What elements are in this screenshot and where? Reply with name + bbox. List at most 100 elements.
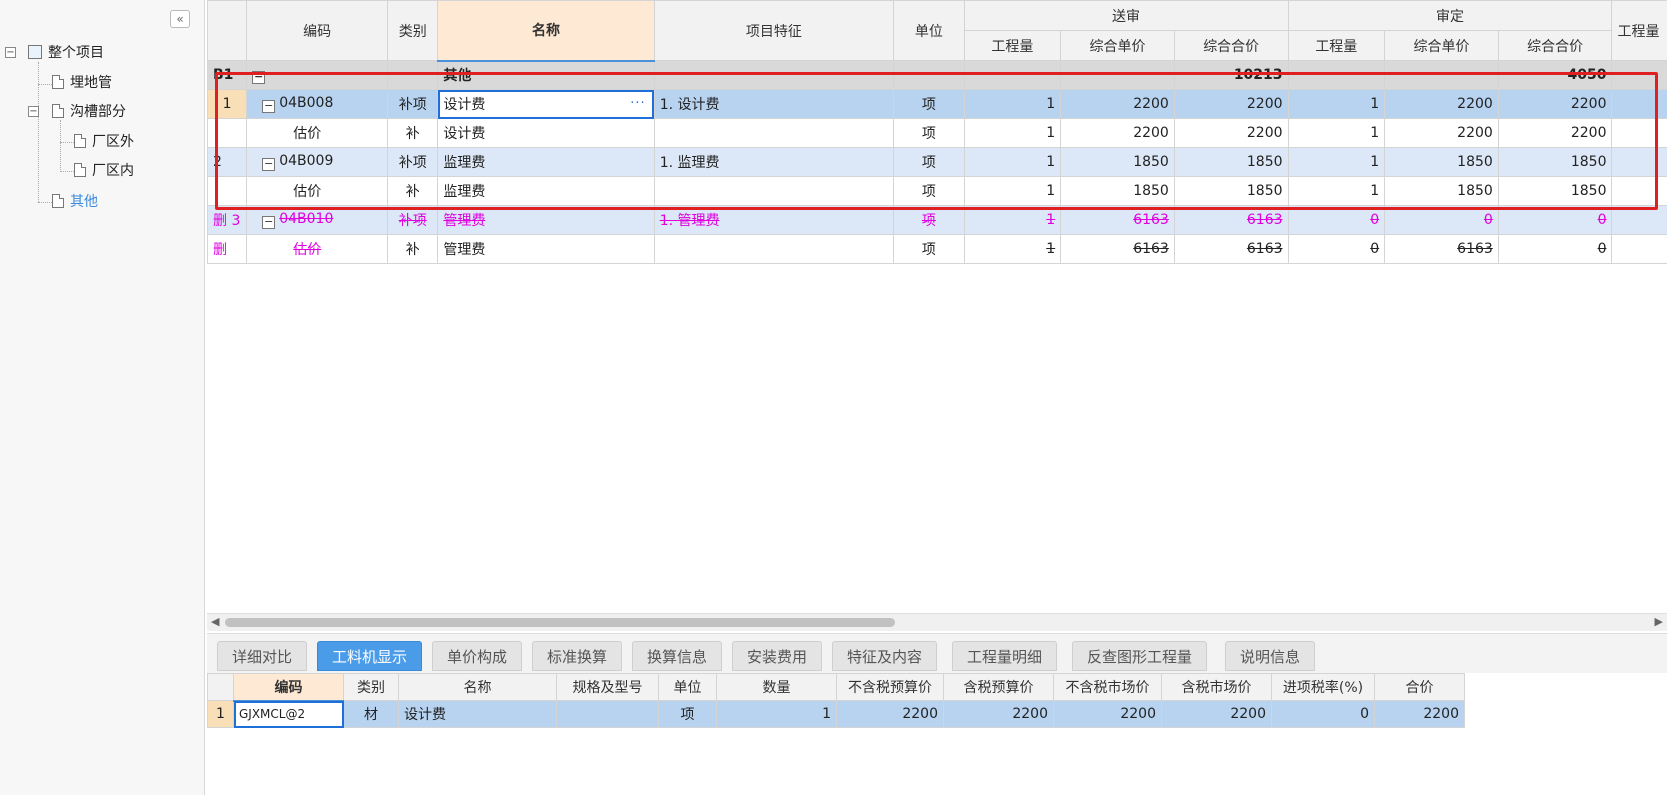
col-header-code[interactable]: 编码	[246, 0, 389, 61]
cell-code-editing[interactable]: GJXMCL@2	[233, 700, 344, 728]
col-header-unit[interactable]: 单位	[893, 0, 965, 61]
cell-unit-price[interactable]: 1850	[1060, 176, 1175, 206]
cell-name[interactable]: 其他	[437, 60, 655, 90]
col-header-name[interactable]: 名称	[398, 673, 557, 701]
cell-qty2[interactable]: 1	[1287, 89, 1386, 119]
col-header-qty2[interactable]: 工程量	[1287, 30, 1386, 61]
table-row[interactable]: 1 −04B008 补项 设计费 ··· 1. 设计费 项 1 2200 2200…	[206, 89, 1667, 119]
table-row[interactable]: B1 − 其他 10213 4050	[206, 60, 1667, 90]
col-header-total[interactable]: 综合合价	[1173, 30, 1289, 61]
cell-qty[interactable]: 1	[963, 118, 1062, 148]
cell-qty[interactable]: 1	[963, 176, 1062, 206]
tab-quantity-detail[interactable]: 工程量明细	[952, 641, 1058, 671]
cell-feature[interactable]: 1. 监理费	[653, 147, 895, 177]
cell-qty2[interactable]: 0	[1287, 205, 1386, 235]
col-header-tax-rate[interactable]: 进项税率(%)	[1271, 673, 1375, 701]
cell-name[interactable]: 设计费	[437, 118, 655, 148]
collapse-row-icon[interactable]: −	[252, 71, 266, 84]
tab-unit-price[interactable]: 单价构成	[432, 641, 523, 671]
col-header-budget-price-incl-tax[interactable]: 含税预算价	[943, 673, 1054, 701]
scroll-right-icon[interactable]: ▶	[1655, 615, 1663, 628]
cell-unit-price2[interactable]: 1850	[1384, 147, 1499, 177]
cell-unit-price[interactable]: 2200	[1060, 118, 1175, 148]
col-header-market-price-excl-tax[interactable]: 不含税市场价	[1053, 673, 1162, 701]
col-header-qty[interactable]: 工程量	[963, 30, 1062, 61]
table-row[interactable]: 1 GJXMCL@2 材 设计费 项 1 2200 2200 2200 2200…	[207, 700, 1465, 728]
horizontal-scrollbar[interactable]: ◀ ▶	[207, 613, 1667, 631]
cell-quantity[interactable]: 1	[716, 700, 837, 728]
tab-standard-conversion[interactable]: 标准换算	[532, 641, 623, 671]
col-header-code[interactable]: 编码	[233, 673, 344, 702]
cell-name[interactable]: 管理费	[437, 234, 655, 264]
cell-tax-rate[interactable]: 0	[1271, 700, 1375, 728]
cell-unit-price[interactable]: 2200	[1060, 89, 1175, 119]
col-header-market-price-incl-tax[interactable]: 含税市场价	[1161, 673, 1272, 701]
cell-category[interactable]: 补项	[387, 89, 439, 119]
cell-category[interactable]: 补项	[387, 205, 439, 235]
tab-material-display[interactable]: 工料机显示	[317, 641, 423, 671]
tab-detail-compare[interactable]: 详细对比	[217, 641, 308, 671]
tree-collapse-toggle[interactable]: −	[5, 47, 16, 58]
tree-item-whole-project[interactable]: 整个项目	[28, 42, 104, 64]
col-header-feature[interactable]: 项目特征	[653, 0, 895, 61]
col-header-quantity[interactable]: 数量	[716, 673, 837, 701]
col-header-total2[interactable]: 综合合价	[1497, 30, 1613, 61]
cell-code[interactable]: 估价	[246, 118, 389, 148]
cell-name[interactable]: 监理费	[437, 147, 655, 177]
table-row[interactable]: 估价 补 监理费 项 1 1850 1850 1 1850 1850	[206, 176, 1667, 206]
cell-market-price-excl-tax[interactable]: 2200	[1053, 700, 1162, 728]
cell-unit-price[interactable]: 6163	[1060, 205, 1175, 235]
cell-unit-price2[interactable]: 1850	[1384, 176, 1499, 206]
tab-features-content[interactable]: 特征及内容	[832, 641, 938, 671]
collapse-row-icon[interactable]: −	[262, 100, 276, 113]
table-row-deleted[interactable]: 删 估价 补 管理费 项 1 6163 6163 0 6163 0	[206, 234, 1667, 264]
cell-unit[interactable]: 项	[893, 147, 965, 177]
col-header-total[interactable]: 合价	[1374, 673, 1465, 701]
tab-conversion-info[interactable]: 换算信息	[632, 641, 723, 671]
col-header-name[interactable]: 名称	[437, 0, 655, 62]
col-header-category[interactable]: 类别	[343, 673, 399, 701]
tree-item-buried-pipe[interactable]: 埋地管	[52, 72, 112, 94]
col-header-extra-qty[interactable]: 工程量	[1611, 0, 1667, 61]
cell-name[interactable]: 设计费	[398, 700, 557, 728]
cell-name-editing[interactable]: 设计费 ···	[437, 89, 655, 119]
cell-category[interactable]: 补	[387, 118, 439, 148]
cell-category[interactable]: 补	[387, 176, 439, 206]
cell-budget-price-excl-tax[interactable]: 2200	[836, 700, 944, 728]
tree-item-trench[interactable]: 沟槽部分	[52, 101, 126, 123]
cell-spec[interactable]	[556, 700, 659, 728]
tree-item-inside-plant[interactable]: 厂区内	[74, 160, 134, 182]
cell-qty2[interactable]: 1	[1287, 147, 1386, 177]
collapse-panel-button[interactable]: «	[170, 10, 190, 28]
cell-name[interactable]: 管理费	[437, 205, 655, 235]
cell-unit-price[interactable]: 6163	[1060, 234, 1175, 264]
cell-unit-price2[interactable]: 0	[1384, 205, 1499, 235]
cell-category[interactable]: 材	[343, 700, 399, 728]
cell-category[interactable]: 补项	[387, 147, 439, 177]
cell-unit-price2[interactable]: 6163	[1384, 234, 1499, 264]
cell-unit[interactable]: 项	[893, 205, 965, 235]
col-header-category[interactable]: 类别	[387, 0, 439, 61]
col-header-unit-price2[interactable]: 综合单价	[1384, 30, 1499, 61]
tree-item-outside-plant[interactable]: 厂区外	[74, 131, 134, 153]
cell-category[interactable]: 补	[387, 234, 439, 264]
col-header-spec[interactable]: 规格及型号	[556, 673, 659, 701]
cell-qty2[interactable]: 0	[1287, 234, 1386, 264]
cell-unit[interactable]: 项	[893, 118, 965, 148]
cell-unit[interactable]: 项	[658, 700, 717, 728]
collapse-row-icon[interactable]: −	[262, 216, 276, 229]
table-row-deleted[interactable]: 删 3 −04B010 补项 管理费 1. 管理费 项 1 6163 6163 …	[206, 205, 1667, 235]
cell-unit[interactable]: 项	[893, 234, 965, 264]
cell-unit[interactable]: 项	[893, 176, 965, 206]
cell-unit-price2[interactable]: 2200	[1384, 118, 1499, 148]
tab-install-cost[interactable]: 安装费用	[732, 641, 823, 671]
table-row[interactable]: 2 −04B009 补项 监理费 1. 监理费 项 1 1850 1850 1 …	[206, 147, 1667, 177]
cell-code[interactable]: 估价	[246, 234, 389, 264]
tree-collapse-toggle[interactable]: −	[28, 106, 39, 117]
cell-name[interactable]: 监理费	[437, 176, 655, 206]
cell-unit[interactable]: 项	[893, 89, 965, 119]
scroll-left-icon[interactable]: ◀	[211, 615, 219, 628]
cell-qty2[interactable]: 1	[1287, 176, 1386, 206]
cell-code[interactable]: 估价	[246, 176, 389, 206]
cell-qty[interactable]: 1	[963, 89, 1062, 119]
